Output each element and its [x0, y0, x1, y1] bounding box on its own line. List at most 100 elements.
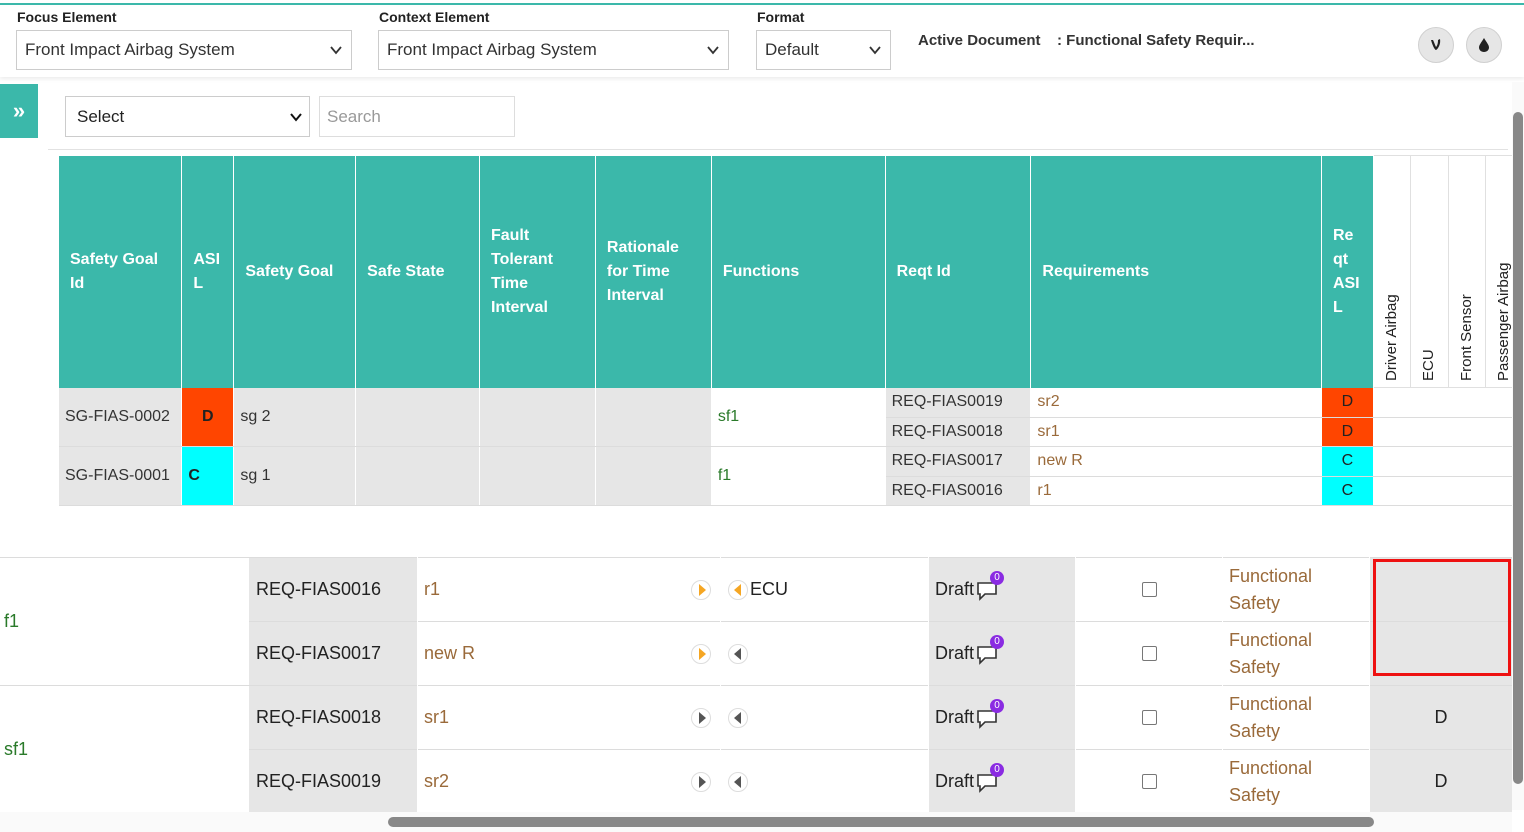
allocation-cell[interactable]: [1372, 446, 1412, 477]
horizontal-scroll-thumb[interactable]: [388, 817, 1374, 827]
table-row: REQ-FIAS0018 sr1 Draft 0 Functional Safe…: [0, 685, 1512, 749]
col-functions[interactable]: Functions: [711, 155, 886, 388]
allocation-cell[interactable]: [1372, 475, 1412, 506]
col-safety-goal-id[interactable]: Safety Goal Id: [59, 155, 183, 388]
context-element-select[interactable]: Front Impact Airbag System: [378, 30, 729, 70]
search-placeholder: Search: [327, 107, 381, 126]
arrow-left-icon[interactable]: [728, 644, 748, 664]
comment-button[interactable]: 0: [976, 762, 1005, 793]
row-checkbox[interactable]: [1141, 646, 1157, 661]
allocation-cell[interactable]: [1447, 475, 1487, 506]
checkbox-cell[interactable]: [1076, 557, 1222, 621]
req-name: new R: [424, 643, 476, 663]
top-accent-line: [0, 0, 1524, 5]
header-bar: Focus Element Front Impact Airbag System…: [0, 7, 1524, 77]
allocation-cell[interactable]: [1447, 387, 1487, 418]
req-id-cell: REQ-FIAS0018: [249, 685, 417, 749]
arrow-right-icon[interactable]: [691, 580, 711, 600]
reqt-asil-cell: C: [1321, 446, 1374, 477]
reqt-id-cell: REQ-FIAS0018: [885, 417, 1032, 447]
focus-element-label: Focus Element: [17, 9, 117, 25]
drop-icon: [1479, 38, 1489, 52]
requirement-cell[interactable]: new R: [1030, 446, 1322, 477]
flame-button[interactable]: [1418, 27, 1454, 63]
format-select[interactable]: Default: [756, 30, 891, 70]
format-value: Default: [765, 40, 819, 59]
allocation-cell[interactable]: [1410, 475, 1449, 506]
req-name-cell[interactable]: sr1: [418, 685, 720, 749]
reqt-id-cell: REQ-FIAS0017: [885, 446, 1032, 477]
table-row: SG-FIAS-0002 D sg 2 sf1 REQ-FIAS0019 sr2…: [59, 387, 1524, 447]
col-safe-state[interactable]: Safe State: [355, 155, 480, 388]
filter-select-value: Select: [77, 107, 125, 126]
col-front-sensor[interactable]: Front Sensor: [1447, 155, 1487, 388]
context-element-value: Front Impact Airbag System: [387, 40, 597, 59]
function-cell[interactable]: sf1: [711, 387, 886, 447]
checkbox-cell[interactable]: [1076, 749, 1222, 813]
highlight-annotation-box: [1373, 559, 1511, 676]
arrow-left-icon[interactable]: [728, 772, 748, 792]
col-requirements[interactable]: Requirements: [1030, 155, 1322, 388]
asil-cell[interactable]: D: [1370, 685, 1512, 749]
comment-button[interactable]: 0: [976, 634, 1005, 665]
col-ftti[interactable]: Fault Tolerant Time Interval: [479, 155, 596, 388]
table-row: REQ-FIAS0016 r1 ECU Draft 0 Functional S…: [0, 557, 1512, 621]
row-checkbox[interactable]: [1141, 774, 1157, 789]
status-text: Draft: [935, 579, 975, 599]
rationale-cell: [595, 387, 712, 447]
req-name-cell[interactable]: new R: [418, 621, 720, 685]
drop-button[interactable]: [1466, 27, 1502, 63]
allocation-cell[interactable]: [721, 749, 928, 813]
col-rationale[interactable]: Rationale for Time Interval: [595, 155, 712, 388]
vertical-scroll-thumb[interactable]: [1513, 112, 1523, 784]
comment-count-badge: 0: [990, 570, 1005, 585]
filter-select[interactable]: Select: [65, 96, 310, 137]
allocation-cell[interactable]: [1410, 446, 1449, 477]
allocation-cell[interactable]: [721, 621, 928, 685]
arrow-left-icon[interactable]: [728, 580, 748, 600]
row-checkbox[interactable]: [1141, 710, 1157, 725]
sidebar-toggle-button[interactable]: »: [0, 84, 38, 138]
req-name: sr2: [424, 771, 450, 791]
search-input[interactable]: Search: [319, 96, 515, 137]
col-reqt-id[interactable]: Reqt Id: [885, 155, 1032, 388]
col-safety-goal[interactable]: Safety Goal: [233, 155, 357, 388]
arrow-left-icon[interactable]: [728, 708, 748, 728]
focus-element-select[interactable]: Front Impact Airbag System: [16, 30, 352, 70]
function-cell[interactable]: f1: [711, 446, 886, 506]
req-name-cell[interactable]: sr2: [418, 749, 720, 813]
row-checkbox[interactable]: [1141, 582, 1157, 597]
requirement-cell[interactable]: sr2: [1030, 387, 1322, 418]
allocation-cell[interactable]: [1447, 446, 1487, 477]
flame-icon: [1431, 39, 1441, 50]
requirement-cell[interactable]: r1: [1030, 476, 1322, 506]
ftti-cell: [479, 446, 596, 506]
col-driver-airbag[interactable]: Driver Airbag: [1372, 155, 1412, 388]
allocation-cell[interactable]: [1410, 387, 1449, 418]
allocation-cell[interactable]: [1447, 416, 1487, 447]
allocation-cell[interactable]: [1410, 416, 1449, 447]
col-asil[interactable]: ASI L: [181, 155, 235, 388]
allocation-cell[interactable]: [1372, 416, 1412, 447]
arrow-right-icon[interactable]: [691, 644, 711, 664]
traceability-matrix: Safety Goal Id ASI L Safety Goal Safe St…: [59, 155, 1524, 506]
col-ecu[interactable]: ECU: [1410, 155, 1449, 388]
safe-state-cell: [355, 387, 480, 447]
arrow-right-icon[interactable]: [691, 708, 711, 728]
col-reqt-asil[interactable]: Re qt ASI L: [1321, 155, 1374, 388]
status-cell: Draft 0: [929, 685, 1075, 749]
req-id-cell: REQ-FIAS0017: [249, 621, 417, 685]
allocation-cell[interactable]: [1372, 387, 1412, 418]
checkbox-cell[interactable]: [1076, 685, 1222, 749]
allocation-cell[interactable]: ECU: [721, 557, 928, 621]
req-name-cell[interactable]: r1: [418, 557, 720, 621]
comment-button[interactable]: 0: [976, 698, 1005, 729]
comment-button[interactable]: 0: [976, 570, 1005, 601]
checkbox-cell[interactable]: [1076, 621, 1222, 685]
arrow-right-icon[interactable]: [691, 772, 711, 792]
table-row: SG-FIAS-0001 C sg 1 f1 REQ-FIAS0017 new …: [59, 446, 1524, 506]
requirement-cell[interactable]: sr1: [1030, 417, 1322, 447]
asil-cell[interactable]: D: [1370, 749, 1512, 813]
goal-cell: sg 1: [233, 446, 357, 506]
allocation-cell[interactable]: [721, 685, 928, 749]
